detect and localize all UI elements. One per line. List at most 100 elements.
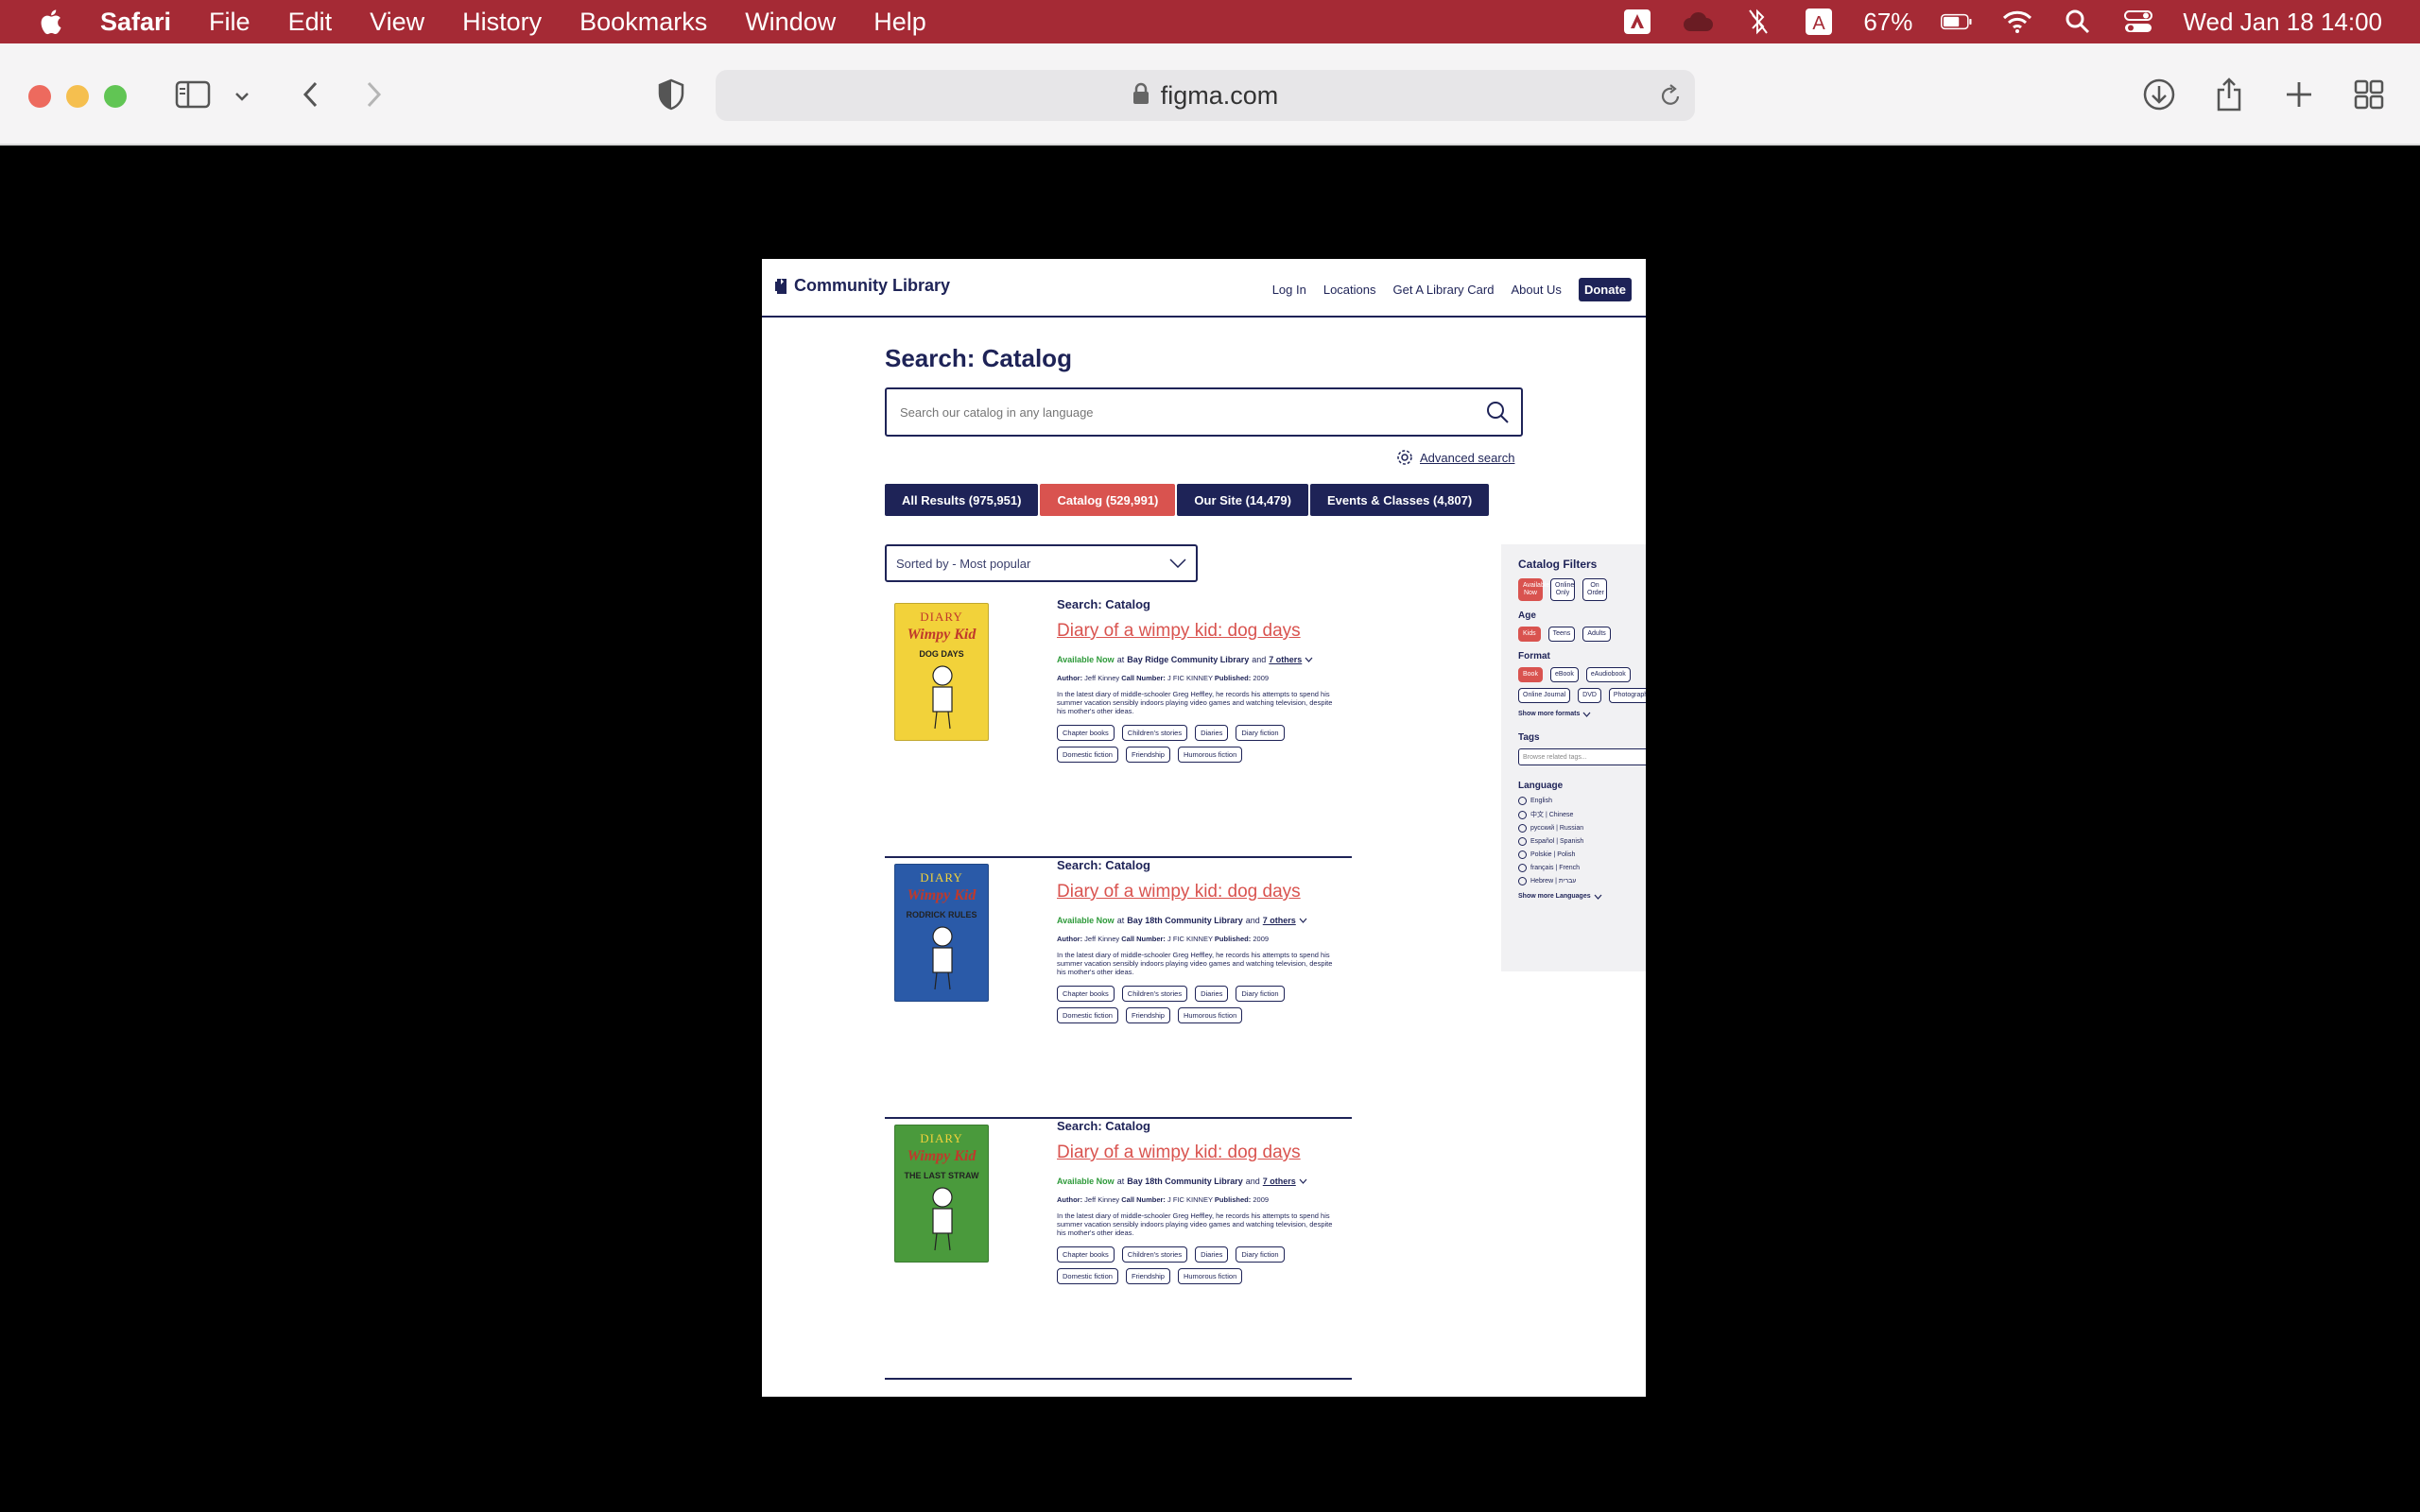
keyboard-input-icon[interactable]: A — [1803, 8, 1835, 36]
nav-log-in[interactable]: Log In — [1272, 283, 1306, 297]
result-title-link[interactable]: Diary of a wimpy kid: dog days — [1057, 621, 1352, 642]
close-window-button[interactable] — [28, 85, 51, 108]
radio-button[interactable] — [1518, 837, 1527, 846]
nav-locations[interactable]: Locations — [1323, 283, 1376, 297]
radio-button[interactable] — [1518, 850, 1527, 859]
subject-tag[interactable]: Humorous fiction — [1177, 747, 1243, 763]
show-more-formats[interactable]: Show more formats — [1518, 711, 1646, 717]
subject-tag[interactable]: Domestic fiction — [1057, 747, 1118, 763]
subject-tag[interactable]: Diary fiction — [1236, 986, 1285, 1002]
other-locations-link[interactable]: 7 others — [1263, 1177, 1296, 1186]
tab-events-classes[interactable]: Events & Classes (4,807) — [1310, 484, 1490, 516]
menu-file[interactable]: File — [209, 8, 251, 37]
book-cover[interactable]: DIARY Wimpy Kid DOG DAYS — [894, 603, 989, 741]
subject-tag[interactable]: Diary fiction — [1236, 725, 1285, 741]
result-title-link[interactable]: Diary of a wimpy kid: dog days — [1057, 882, 1352, 902]
format-chip[interactable]: Online Journal — [1518, 688, 1571, 703]
menubar-clock[interactable]: Wed Jan 18 14:00 — [2183, 8, 2382, 37]
language-option[interactable]: Polskie | Polish — [1518, 850, 1646, 859]
subject-tag[interactable]: Children's stories — [1121, 1246, 1188, 1263]
show-more-languages[interactable]: Show more Languages — [1518, 893, 1646, 900]
tags-search-input[interactable]: Browse related tags... — [1518, 748, 1646, 765]
minimize-window-button[interactable] — [66, 85, 89, 108]
spotlight-search-icon[interactable] — [2062, 8, 2094, 36]
subject-tag[interactable]: Diaries — [1195, 725, 1229, 741]
chevron-down-icon[interactable] — [1299, 918, 1307, 923]
sidebar-toggle-icon[interactable] — [174, 76, 212, 113]
subject-tag[interactable]: Chapter books — [1057, 1246, 1115, 1263]
radio-button[interactable] — [1518, 797, 1527, 805]
share-icon[interactable] — [2210, 74, 2248, 115]
availability-chip[interactable]: Available Now — [1518, 578, 1549, 601]
menu-help[interactable]: Help — [873, 8, 926, 37]
control-center-icon[interactable] — [2122, 8, 2154, 36]
search-input[interactable] — [900, 404, 1485, 420]
language-option[interactable]: 中文 | Chinese — [1518, 810, 1646, 819]
forward-icon[interactable] — [357, 77, 391, 112]
apple-icon[interactable] — [38, 8, 62, 36]
menu-history[interactable]: History — [462, 8, 542, 37]
menu-app-safari[interactable]: Safari — [100, 8, 171, 37]
cloud-icon[interactable] — [1682, 8, 1714, 36]
nav-about-us[interactable]: About Us — [1511, 283, 1561, 297]
availability-chip[interactable]: Online Only — [1550, 578, 1575, 601]
language-option[interactable]: français | French — [1518, 864, 1646, 872]
subject-tag[interactable]: Domestic fiction — [1057, 1268, 1118, 1284]
tab-our-site[interactable]: Our Site (14,479) — [1177, 484, 1308, 516]
reload-icon[interactable] — [1659, 83, 1682, 112]
subject-tag[interactable]: Chapter books — [1057, 986, 1115, 1002]
format-chip[interactable]: DVD — [1578, 688, 1601, 703]
tab-all-results[interactable]: All Results (975,951) — [885, 484, 1039, 516]
availability-chip[interactable]: On Order — [1582, 578, 1607, 601]
other-locations-link[interactable]: 7 others — [1269, 655, 1302, 664]
subject-tag[interactable]: Children's stories — [1121, 725, 1188, 741]
sort-dropdown[interactable]: Sorted by - Most popular — [885, 544, 1198, 582]
chevron-down-icon[interactable] — [1299, 1178, 1307, 1184]
format-chip[interactable]: Photograph — [1608, 688, 1646, 703]
language-option[interactable]: Hebrew | עברית — [1518, 877, 1646, 885]
radio-button[interactable] — [1518, 877, 1527, 885]
donate-button[interactable]: Donate — [1578, 278, 1632, 301]
adobe-icon[interactable] — [1621, 8, 1653, 36]
site-logo[interactable]: Community Library — [775, 276, 950, 296]
age-chip[interactable]: Adults — [1582, 627, 1611, 642]
subject-tag[interactable]: Chapter books — [1057, 725, 1115, 741]
tab-catalog[interactable]: Catalog (529,991) — [1040, 484, 1176, 516]
subject-tag[interactable]: Domestic fiction — [1057, 1007, 1118, 1023]
language-option[interactable]: English — [1518, 797, 1646, 805]
advanced-search-link[interactable]: Advanced search — [1395, 448, 1514, 467]
tab-overview-icon[interactable] — [2350, 76, 2388, 113]
format-chip[interactable]: eAudiobook — [1585, 667, 1631, 682]
subject-tag[interactable]: Friendship — [1125, 1268, 1170, 1284]
chevron-down-icon[interactable] — [231, 85, 253, 108]
radio-button[interactable] — [1518, 824, 1527, 833]
subject-tag[interactable]: Diaries — [1195, 986, 1229, 1002]
search-icon[interactable] — [1485, 400, 1510, 424]
radio-button[interactable] — [1518, 864, 1527, 872]
bluetooth-icon[interactable] — [1742, 8, 1774, 36]
new-tab-icon[interactable] — [2280, 76, 2318, 113]
subject-tag[interactable]: Humorous fiction — [1177, 1007, 1243, 1023]
back-icon[interactable] — [293, 77, 327, 112]
age-chip[interactable]: Teens — [1547, 627, 1576, 642]
other-locations-link[interactable]: 7 others — [1263, 916, 1296, 925]
privacy-shield-icon[interactable] — [652, 76, 690, 113]
menu-bookmarks[interactable]: Bookmarks — [579, 8, 707, 37]
subject-tag[interactable]: Diary fiction — [1236, 1246, 1285, 1263]
subject-tag[interactable]: Children's stories — [1121, 986, 1188, 1002]
subject-tag[interactable]: Diaries — [1195, 1246, 1229, 1263]
language-option[interactable]: русский | Russian — [1518, 824, 1646, 833]
format-chip[interactable]: eBook — [1549, 667, 1579, 682]
nav-library-card[interactable]: Get A Library Card — [1393, 283, 1495, 297]
format-chip[interactable]: Book — [1518, 667, 1543, 682]
battery-icon[interactable] — [1941, 8, 1973, 36]
menu-view[interactable]: View — [370, 8, 424, 37]
book-cover[interactable]: DIARY Wimpy Kid THE LAST STRAW — [894, 1125, 989, 1263]
address-bar[interactable]: figma.com — [716, 70, 1695, 121]
wifi-icon[interactable] — [2001, 8, 2033, 36]
age-chip[interactable]: Kids — [1518, 627, 1541, 642]
downloads-icon[interactable] — [2140, 76, 2178, 113]
radio-button[interactable] — [1518, 810, 1527, 819]
menu-window[interactable]: Window — [745, 8, 836, 37]
menu-edit[interactable]: Edit — [288, 8, 333, 37]
